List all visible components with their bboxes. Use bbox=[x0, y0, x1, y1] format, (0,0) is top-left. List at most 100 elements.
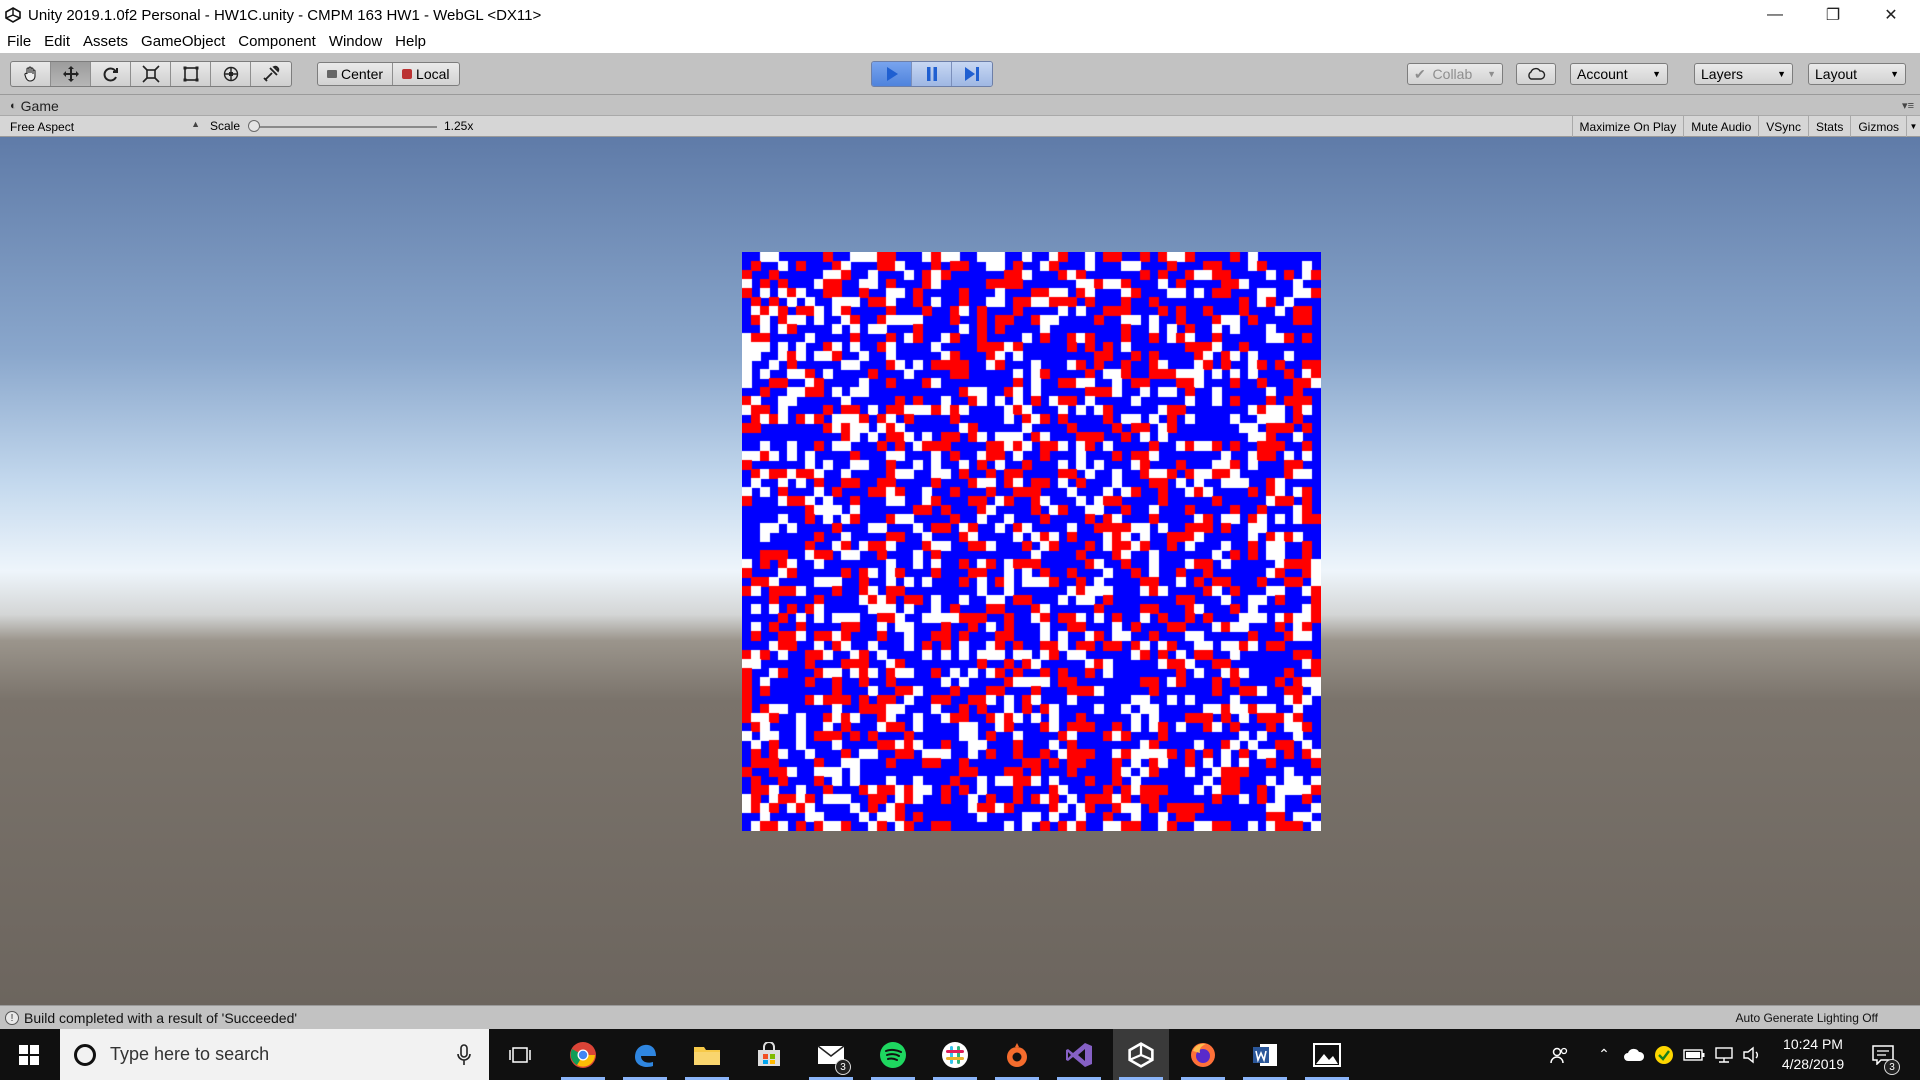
menu-help[interactable]: Help bbox=[395, 33, 426, 50]
taskbar-store[interactable] bbox=[741, 1029, 797, 1080]
pivot-local-label: Local bbox=[416, 66, 450, 82]
rotate-tool-button[interactable] bbox=[91, 62, 131, 86]
cellular-grid-quad bbox=[742, 252, 1321, 831]
pivot-center-label: Center bbox=[341, 66, 384, 82]
onedrive-tray[interactable] bbox=[1620, 1029, 1648, 1080]
folder-icon bbox=[694, 1046, 720, 1065]
unity-icon bbox=[1128, 1041, 1154, 1068]
restore-button[interactable]: ❐ bbox=[1804, 0, 1862, 30]
scale-slider-thumb[interactable] bbox=[248, 120, 260, 132]
pause-button[interactable] bbox=[912, 62, 952, 86]
mail-badge: 3 bbox=[835, 1059, 851, 1075]
aspect-dropdown[interactable]: Free Aspect ▲ bbox=[6, 118, 202, 135]
menu-component[interactable]: Component bbox=[238, 33, 316, 50]
status-bar: ! Build completed with a result of 'Succ… bbox=[0, 1005, 1920, 1029]
custom-tool-button[interactable] bbox=[251, 62, 291, 86]
chevron-up-icon: ⌃ bbox=[1598, 1046, 1610, 1062]
status-message[interactable]: Build completed with a result of 'Succee… bbox=[24, 1010, 297, 1026]
step-button[interactable] bbox=[952, 62, 992, 86]
pivot-local-button[interactable]: Local bbox=[393, 63, 458, 85]
transform-tool-button[interactable] bbox=[211, 62, 251, 86]
menu-assets[interactable]: Assets bbox=[83, 33, 128, 50]
network-icon bbox=[1715, 1046, 1733, 1063]
volume-tray[interactable] bbox=[1738, 1029, 1766, 1080]
unity-logo-icon bbox=[4, 6, 22, 24]
aspect-label: Free Aspect bbox=[10, 119, 75, 134]
pivot-toggles: Center Local bbox=[317, 62, 460, 86]
hand-tool-button[interactable] bbox=[11, 62, 51, 86]
taskbar-chrome[interactable] bbox=[555, 1029, 611, 1080]
account-label: Account bbox=[1577, 66, 1628, 82]
taskbar-photos[interactable] bbox=[1299, 1029, 1355, 1080]
scale-label: Scale bbox=[210, 119, 241, 133]
stats-toggle[interactable]: Stats bbox=[1807, 116, 1850, 137]
step-icon bbox=[965, 67, 979, 81]
tab-menu-icon[interactable]: ▾≡ bbox=[1902, 99, 1914, 112]
show-hidden-icons-button[interactable]: ⌃ bbox=[1590, 1029, 1618, 1080]
scale-tool-button[interactable] bbox=[131, 62, 171, 86]
menu-bar: File Edit Assets GameObject Component Wi… bbox=[0, 30, 1920, 53]
gizmos-toggle[interactable]: Gizmos bbox=[1850, 116, 1906, 137]
taskbar-firefox[interactable] bbox=[1175, 1029, 1231, 1080]
rect-icon bbox=[183, 66, 198, 82]
network-tray[interactable] bbox=[1710, 1029, 1738, 1080]
taskbar-word[interactable] bbox=[1237, 1029, 1293, 1080]
transform-icon bbox=[223, 66, 238, 82]
pivot-icon bbox=[327, 70, 337, 78]
menu-window[interactable]: Window bbox=[329, 33, 382, 50]
people-button[interactable] bbox=[1540, 1029, 1580, 1080]
menu-edit[interactable]: Edit bbox=[44, 33, 70, 50]
tab-game[interactable]: ◐ Game bbox=[10, 96, 59, 115]
taskbar-origin[interactable] bbox=[989, 1029, 1045, 1080]
tab-game-label: Game bbox=[20, 97, 59, 114]
task-view-button[interactable] bbox=[492, 1029, 548, 1080]
pause-icon bbox=[926, 67, 937, 81]
move-tool-button[interactable] bbox=[51, 62, 91, 86]
cortana-icon bbox=[74, 1043, 96, 1066]
move-icon bbox=[62, 66, 79, 82]
taskbar-spotify[interactable] bbox=[865, 1029, 921, 1080]
layers-dropdown[interactable]: Layers ▼ bbox=[1694, 63, 1793, 85]
vsync-toggle[interactable]: VSync bbox=[1758, 116, 1808, 137]
pivot-center-button[interactable]: Center bbox=[318, 63, 394, 85]
visual-studio-icon bbox=[1066, 1042, 1092, 1067]
menu-gameobject[interactable]: GameObject bbox=[141, 33, 225, 50]
taskbar-unity[interactable] bbox=[1113, 1029, 1169, 1080]
mute-audio-toggle[interactable]: Mute Audio bbox=[1683, 116, 1758, 137]
updown-arrows-icon: ▲ bbox=[191, 119, 200, 129]
action-center-button[interactable]: 3 bbox=[1858, 1029, 1908, 1080]
rect-tool-button[interactable] bbox=[171, 62, 211, 86]
game-controller-icon: ◐ bbox=[10, 99, 17, 112]
scale-slider-track[interactable] bbox=[252, 126, 437, 128]
task-view-icon bbox=[509, 1046, 531, 1063]
play-button[interactable] bbox=[872, 62, 912, 86]
taskbar-clock[interactable]: 10:24 PM 4/28/2019 bbox=[1770, 1034, 1856, 1074]
taskbar-edge[interactable] bbox=[617, 1029, 673, 1080]
layout-dropdown[interactable]: Layout ▼ bbox=[1808, 63, 1906, 85]
gizmos-chevron-down-icon[interactable]: ▼ bbox=[1906, 116, 1920, 137]
menu-file[interactable]: File bbox=[7, 33, 31, 50]
local-space-icon bbox=[402, 69, 413, 79]
taskbar-file-explorer[interactable] bbox=[679, 1029, 735, 1080]
close-button[interactable]: ✕ bbox=[1862, 0, 1920, 30]
taskbar-visual-studio[interactable] bbox=[1051, 1029, 1107, 1080]
collab-dropdown[interactable]: ✔ Collab ▼ bbox=[1407, 63, 1503, 85]
minimize-button[interactable]: — bbox=[1746, 0, 1804, 30]
wrench-icon bbox=[263, 65, 280, 82]
people-icon bbox=[1550, 1047, 1568, 1063]
taskbar-search-box[interactable]: Type here to search bbox=[60, 1029, 489, 1080]
microphone-icon[interactable] bbox=[457, 1044, 471, 1066]
playmode-controls bbox=[871, 61, 993, 87]
account-dropdown[interactable]: Account ▼ bbox=[1570, 63, 1668, 85]
battery-tray[interactable] bbox=[1680, 1029, 1708, 1080]
cloud-services-button[interactable] bbox=[1516, 63, 1556, 85]
info-icon: ! bbox=[5, 1011, 19, 1025]
chevron-down-icon: ▼ bbox=[1652, 69, 1661, 79]
taskbar-slack[interactable] bbox=[927, 1029, 983, 1080]
norton-tray[interactable] bbox=[1650, 1029, 1678, 1080]
game-view[interactable] bbox=[0, 137, 1920, 1005]
taskbar-mail[interactable]: 3 bbox=[803, 1029, 859, 1080]
start-button[interactable] bbox=[0, 1029, 58, 1080]
game-view-toolbar: Free Aspect ▲ Scale 1.25x Maximize On Pl… bbox=[0, 115, 1920, 137]
maximize-on-play-toggle[interactable]: Maximize On Play bbox=[1571, 116, 1684, 137]
